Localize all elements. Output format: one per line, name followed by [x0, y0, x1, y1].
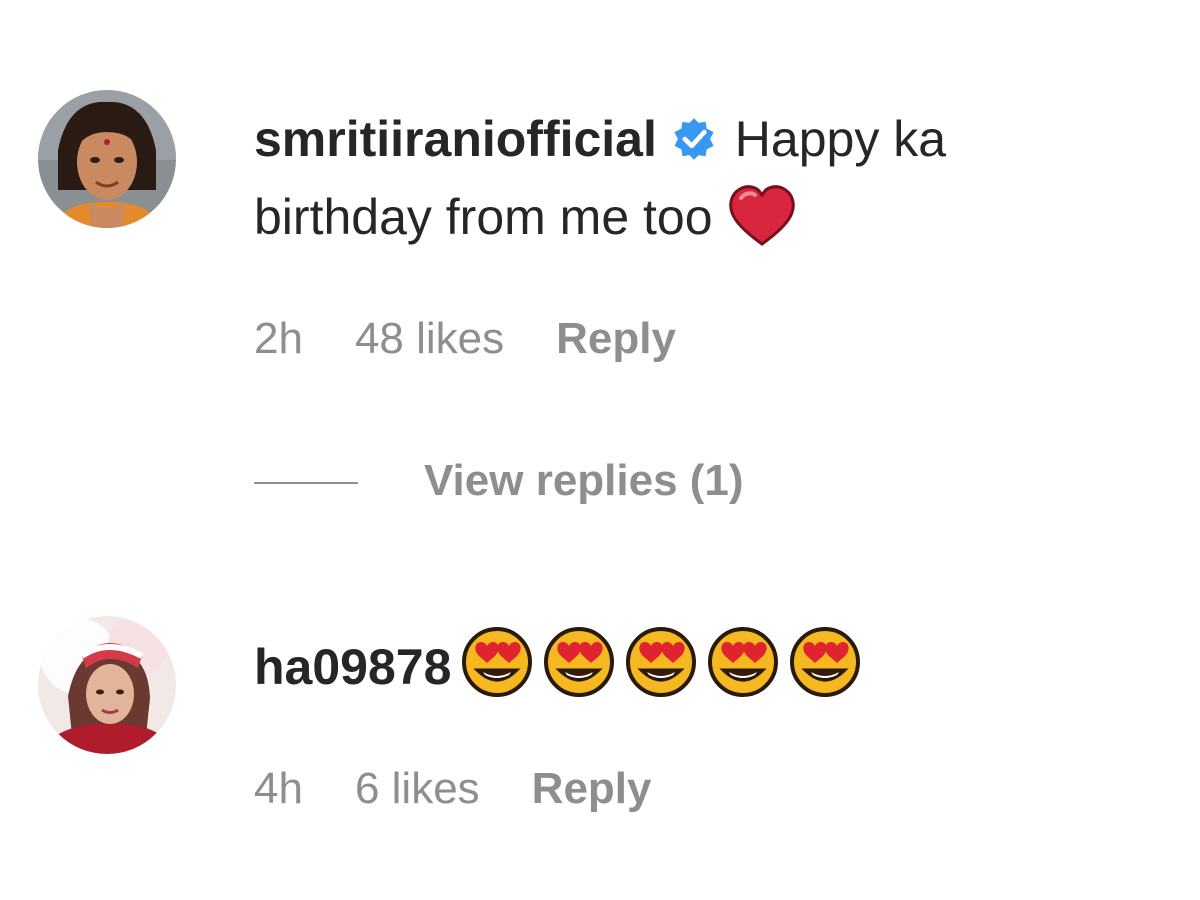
comment-likes[interactable]: 48 likes: [355, 314, 504, 364]
view-replies-button[interactable]: View replies (1): [254, 456, 744, 506]
comment-username[interactable]: smritiiraniofficial: [254, 111, 657, 167]
red-heart-icon: [727, 184, 797, 248]
reply-button[interactable]: Reply: [532, 764, 652, 814]
reply-button[interactable]: Reply: [556, 314, 676, 364]
comment-body: ha09878: [254, 626, 1134, 706]
comment-caption: birthday from me too: [254, 189, 713, 245]
comment-text: smritiiraniofficial Happy ka birthday fr…: [254, 100, 1134, 256]
comment-meta: 2h 48 likes Reply: [254, 314, 728, 364]
avatar[interactable]: [38, 616, 176, 754]
comment-username[interactable]: ha09878: [254, 639, 451, 695]
comment-caption: Happy ka: [734, 111, 947, 167]
heart-eyes-emoji-icon: [625, 626, 697, 698]
comment-time[interactable]: 4h: [254, 764, 303, 814]
view-replies-label: View replies (1): [424, 456, 744, 505]
comment-body: smritiiraniofficial Happy ka birthday fr…: [254, 100, 1134, 256]
heart-eyes-emoji-icon: [461, 626, 533, 698]
heart-eyes-emoji-icon: [707, 626, 779, 698]
verified-badge-icon: [671, 116, 717, 162]
comment-likes[interactable]: 6 likes: [355, 764, 480, 814]
comment-time[interactable]: 2h: [254, 314, 303, 364]
heart-eyes-emoji-icon: [543, 626, 615, 698]
comment-text: ha09878: [254, 626, 1134, 706]
comment-meta: 4h 6 likes Reply: [254, 764, 704, 814]
comment-item: smritiiraniofficial Happy ka birthday fr…: [0, 0, 1200, 560]
comment-item: ha09878 4h 6 likes Reply: [0, 560, 1200, 900]
heart-eyes-emoji-icon: [789, 626, 861, 698]
divider-line: [254, 482, 358, 485]
avatar[interactable]: [38, 90, 176, 228]
